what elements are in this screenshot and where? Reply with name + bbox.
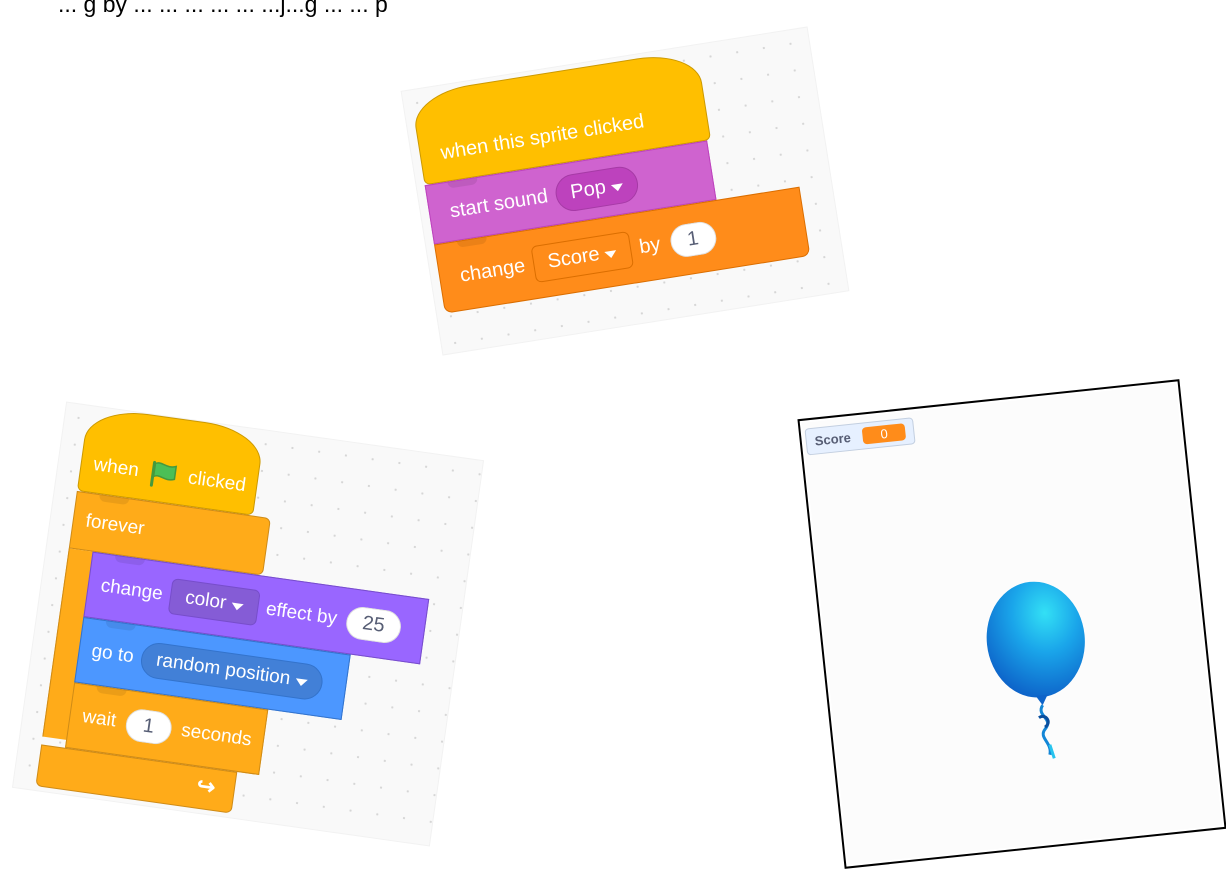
loop-arrow-icon: ↪ [195, 772, 218, 800]
stage-canvas: Score 0 [801, 383, 1223, 865]
wait-amount-input[interactable]: 1 [123, 706, 174, 746]
effect-dropdown[interactable]: color [167, 578, 261, 627]
sound-label: start sound [448, 184, 550, 222]
seconds-label: seconds [179, 719, 253, 751]
balloon-sprite[interactable] [970, 572, 1110, 783]
effect-amount-input[interactable]: 25 [344, 604, 403, 645]
wait-label: wait [81, 705, 118, 732]
script-area-flag-clicked: when clicked forever change color effect… [13, 402, 483, 846]
dropdown-arrow-icon [230, 602, 244, 612]
top-caption: ... g by ... ... ... ... ... ...j...g ..… [58, 0, 388, 17]
variable-dropdown[interactable]: Score [530, 230, 635, 283]
go-to-label: go to [90, 640, 136, 668]
change-amount-input[interactable]: 1 [667, 219, 719, 259]
monitor-label: Score [814, 429, 852, 449]
sound-value: Pop [568, 175, 608, 203]
effect-by-label: effect by [264, 598, 339, 630]
go-to-target: random position [154, 649, 292, 690]
change-effect-label: change [99, 575, 165, 605]
dropdown-arrow-icon [610, 182, 624, 192]
stage[interactable]: Score 0 [797, 379, 1226, 869]
sound-dropdown[interactable]: Pop [552, 163, 641, 214]
effect-name: color [183, 587, 228, 614]
variable-name: Score [545, 242, 602, 273]
score-monitor[interactable]: Score 0 [804, 417, 917, 456]
dropdown-arrow-icon [604, 249, 618, 259]
dropdown-arrow-icon [294, 678, 308, 687]
green-flag-icon[interactable] [147, 459, 181, 491]
go-to-dropdown[interactable]: random position [138, 640, 325, 702]
monitor-value: 0 [861, 423, 907, 445]
by-label: by [637, 232, 662, 258]
when-label: when [92, 454, 141, 482]
forever-label: forever [84, 510, 146, 540]
clicked-label: clicked [186, 467, 248, 497]
change-label: change [458, 254, 527, 287]
script-area-sprite-clicked: when this sprite clicked start sound Pop… [401, 27, 849, 355]
